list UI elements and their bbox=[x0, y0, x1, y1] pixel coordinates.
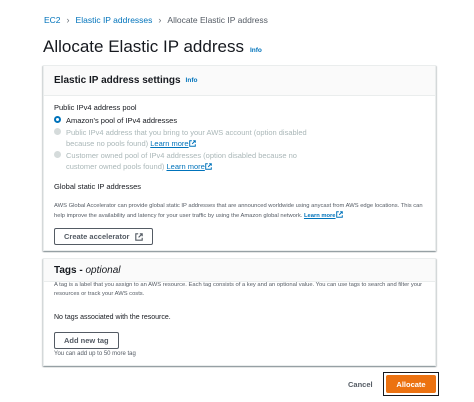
button-label: Create accelerator bbox=[64, 232, 130, 241]
external-link-icon bbox=[188, 140, 196, 147]
settings-info-link[interactable]: Info bbox=[186, 77, 198, 84]
panel-header: Tags - optional bbox=[44, 259, 435, 282]
allocate-focus-ring: Allocate bbox=[383, 372, 439, 396]
radio-checked-icon[interactable] bbox=[54, 116, 61, 123]
radio-customer-pool: Customer owned pool of IPv4 addresses (o… bbox=[54, 150, 326, 172]
learn-more-text: Learn more bbox=[150, 139, 189, 148]
breadcrumb-elastic-ips[interactable]: Elastic IP addresses bbox=[76, 15, 153, 25]
radio-label: Public IPv4 address that you bring to yo… bbox=[66, 127, 326, 149]
panel-title: Elastic IP address settings bbox=[54, 75, 181, 86]
tags-panel: Tags - optional A tag is a label that yo… bbox=[43, 258, 436, 366]
learn-more-text: Learn more bbox=[303, 212, 336, 219]
chevron-right-icon: › bbox=[158, 15, 162, 25]
elastic-ip-settings-panel: Elastic IP address settings Info Public … bbox=[43, 65, 436, 251]
page-title-row: Allocate Elastic IP address Info bbox=[43, 37, 262, 57]
radio-disabled-icon bbox=[54, 151, 61, 158]
button-label: Add new tag bbox=[64, 336, 109, 345]
radio-label: Amazon's pool of IPv4 addresses bbox=[66, 116, 178, 125]
panel-header: Elastic IP address settings Info bbox=[44, 66, 435, 96]
cancel-button[interactable]: Cancel bbox=[348, 380, 373, 389]
external-link-icon bbox=[205, 163, 212, 170]
tags-description: A tag is a label that you assign to an A… bbox=[54, 282, 423, 297]
description-text: AWS Global Accelerator can provide globa… bbox=[54, 203, 423, 219]
no-tags-message: No tags associated with the resource. bbox=[54, 314, 171, 321]
optional-label: optional bbox=[85, 264, 121, 276]
global-accelerator-description: AWS Global Accelerator can provide globa… bbox=[54, 202, 429, 221]
tags-title-text: Tags - bbox=[54, 264, 83, 276]
breadcrumb-current: Allocate Elastic IP address bbox=[167, 15, 268, 25]
learn-more-link[interactable]: Learn more bbox=[150, 139, 196, 148]
page-title: Allocate Elastic IP address bbox=[43, 37, 244, 56]
create-accelerator-button[interactable]: Create accelerator bbox=[54, 228, 154, 245]
pool-label: Public IPv4 address pool bbox=[54, 103, 137, 112]
panel-title: Tags - optional bbox=[54, 265, 121, 276]
external-link-icon bbox=[335, 211, 343, 218]
add-new-tag-button[interactable]: Add new tag bbox=[54, 332, 119, 349]
breadcrumb: EC2 › Elastic IP addresses › Allocate El… bbox=[44, 15, 268, 25]
radio-byoip-pool: Public IPv4 address that you bring to yo… bbox=[54, 127, 326, 149]
learn-more-text: Learn more bbox=[166, 162, 205, 171]
radio-amazon-pool[interactable]: Amazon's pool of IPv4 addresses bbox=[54, 115, 326, 126]
page-info-link[interactable]: Info bbox=[250, 47, 262, 54]
external-link-icon bbox=[135, 232, 144, 241]
radio-disabled-icon bbox=[54, 128, 61, 135]
breadcrumb-ec2[interactable]: EC2 bbox=[44, 15, 61, 25]
learn-more-link[interactable]: Learn more bbox=[166, 162, 212, 171]
allocate-button[interactable]: Allocate bbox=[386, 375, 436, 393]
global-static-label: Global static IP addresses bbox=[54, 182, 141, 191]
tag-limit-hint: You can add up to 50 more tag bbox=[54, 351, 136, 357]
chevron-right-icon: › bbox=[66, 15, 70, 25]
learn-more-link[interactable]: Learn more bbox=[303, 211, 343, 219]
radio-label: Customer owned pool of IPv4 addresses (o… bbox=[66, 150, 326, 172]
